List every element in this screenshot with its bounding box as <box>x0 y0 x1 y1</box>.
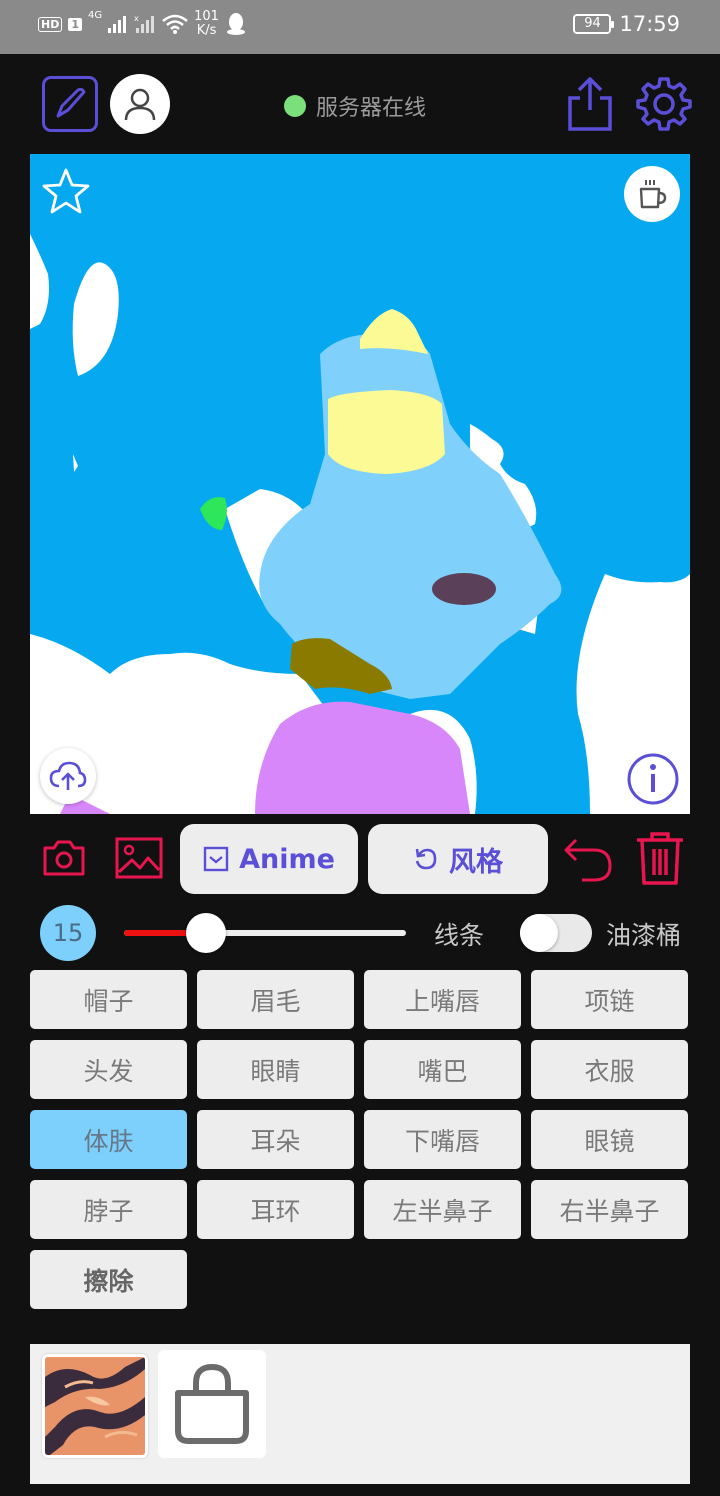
part-button-upper-lip[interactable]: 上嘴唇 <box>364 970 521 1029</box>
checkbox-icon <box>203 846 229 872</box>
style-label: 风格 <box>449 846 503 878</box>
battery-level: 94 <box>584 16 601 31</box>
part-button-eyebrows[interactable]: 眉毛 <box>197 970 354 1029</box>
net-speed-unit: K/s <box>196 23 217 38</box>
paint-bucket-toggle-knob <box>520 914 558 952</box>
network-type: 4G <box>88 10 103 21</box>
app-header: 服务器在线 <box>0 54 720 154</box>
user-icon <box>124 88 156 121</box>
segmentation-map <box>30 154 690 814</box>
trash-icon[interactable] <box>634 830 686 886</box>
cloud-upload-icon <box>49 761 87 790</box>
status-bar: HD 1 4G x 101 K/s 94 17:59 <box>0 0 720 54</box>
part-button-ears[interactable]: 耳朵 <box>197 1110 354 1169</box>
part-button-necklace[interactable]: 项链 <box>531 970 688 1029</box>
signal-no-sim-icon: x <box>134 14 155 33</box>
edit-icon <box>56 87 86 118</box>
erase-button[interactable]: 擦除 <box>30 1250 187 1309</box>
part-button-hat[interactable]: 帽子 <box>30 970 187 1029</box>
shop-button[interactable] <box>158 1350 266 1458</box>
image-icon[interactable] <box>114 836 164 880</box>
coffee-button[interactable] <box>624 166 680 222</box>
undo-icon[interactable] <box>562 834 614 884</box>
net-speed-value: 101 <box>194 9 219 24</box>
user-avatar-button[interactable] <box>110 74 170 134</box>
line-label: 线条 <box>434 921 485 950</box>
gear-icon[interactable] <box>636 76 692 132</box>
brush-size-badge: 15 <box>40 905 96 961</box>
part-button-lower-lip[interactable]: 下嘴唇 <box>364 1110 521 1169</box>
share-icon[interactable] <box>566 76 614 132</box>
brush-size-slider[interactable] <box>124 913 406 953</box>
part-button-neck[interactable]: 脖子 <box>30 1180 187 1239</box>
style-thumbnail-image <box>45 1357 145 1455</box>
shopping-bag-icon <box>175 1363 249 1444</box>
style-button[interactable]: 风格 <box>368 824 548 894</box>
server-status-label: 服务器在线 <box>316 96 427 121</box>
anime-mode-button[interactable]: Anime <box>180 824 358 894</box>
paint-bucket-label: 油漆桶 <box>606 921 682 950</box>
part-button-hair[interactable]: 头发 <box>30 1040 187 1099</box>
qq-icon <box>226 13 245 35</box>
info-icon[interactable] <box>626 752 680 806</box>
upload-button[interactable] <box>40 748 96 804</box>
refresh-icon <box>415 848 437 870</box>
net-speed: 101 K/s <box>194 10 219 38</box>
wifi-icon <box>162 14 188 34</box>
anime-mode-label: Anime <box>239 843 335 875</box>
part-button-earrings[interactable]: 耳环 <box>197 1180 354 1239</box>
edit-button[interactable] <box>42 76 98 132</box>
face-part-selector: 帽子 眉毛 上嘴唇 项链 头发 眼睛 嘴巴 衣服 体肤 耳朵 下嘴唇 眼镜 脖子… <box>30 970 690 1309</box>
clock: 17:59 <box>619 12 680 36</box>
tool-row: Anime 风格 <box>0 822 720 896</box>
signal-icon <box>108 16 127 33</box>
part-button-clothes[interactable]: 衣服 <box>531 1040 688 1099</box>
status-bar-left: HD 1 4G x 101 K/s <box>38 10 247 38</box>
status-bar-right: 94 17:59 <box>573 12 680 36</box>
battery-icon: 94 <box>573 14 615 34</box>
camera-icon[interactable] <box>42 838 86 878</box>
paint-bucket-toggle[interactable] <box>520 914 592 952</box>
style-strip <box>30 1344 690 1484</box>
part-button-eyes[interactable]: 眼睛 <box>197 1040 354 1099</box>
star-icon[interactable] <box>40 166 92 218</box>
server-status: 服务器在线 <box>284 90 426 122</box>
part-button-skin[interactable]: 体肤 <box>30 1110 187 1169</box>
coffee-icon <box>639 180 667 209</box>
drawing-canvas[interactable] <box>30 154 690 814</box>
svg-text:x: x <box>134 14 139 23</box>
hd-indicator: HD <box>38 16 63 32</box>
brush-size-value: 15 <box>52 919 84 947</box>
server-status-dot <box>284 95 306 117</box>
brush-settings-row: 15 线条 油漆桶 <box>0 900 720 966</box>
part-button-mouth[interactable]: 嘴巴 <box>364 1040 521 1099</box>
style-thumbnail[interactable] <box>42 1354 148 1458</box>
part-button-glasses[interactable]: 眼镜 <box>531 1110 688 1169</box>
part-button-right-nose[interactable]: 右半鼻子 <box>531 1180 688 1239</box>
brush-size-slider-thumb[interactable] <box>185 913 226 953</box>
sim-indicator: 1 <box>68 17 82 31</box>
part-button-left-nose[interactable]: 左半鼻子 <box>364 1180 521 1239</box>
